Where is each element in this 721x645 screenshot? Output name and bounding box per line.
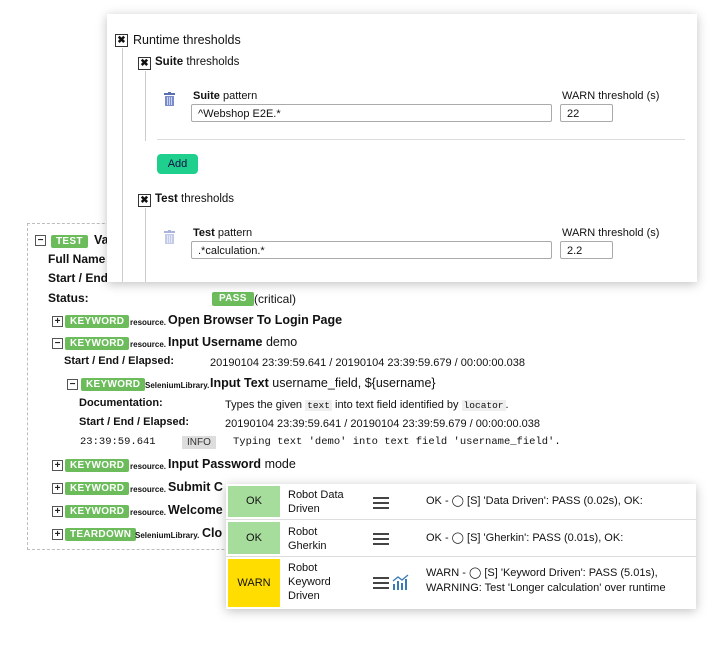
graph-icon[interactable] bbox=[392, 574, 410, 590]
checkbox-checked-icon[interactable]: ✖ bbox=[115, 34, 128, 47]
keyword-badge: KEYWORD bbox=[65, 459, 130, 472]
keyword-name[interactable]: Clo bbox=[202, 526, 222, 540]
status-row[interactable]: OK Robot Data Driven OK - ◯ [S] 'Data Dr… bbox=[226, 484, 696, 520]
keyword-lib: resource. bbox=[130, 508, 167, 517]
expand-icon[interactable]: + bbox=[52, 506, 63, 517]
test-badge: TEST bbox=[51, 235, 88, 248]
message-time: 23:39:59.641 bbox=[80, 436, 156, 448]
status-message: WARN - ◯ [S] 'Keyword Driven': PASS (5.0… bbox=[426, 567, 666, 594]
keyword-badge: KEYWORD bbox=[65, 482, 130, 495]
start-end-label: Start / End bbox=[48, 271, 109, 285]
documentation-label: Documentation: bbox=[79, 397, 163, 409]
checkbox-checked-icon[interactable]: ✖ bbox=[138, 194, 151, 207]
keyword-lib: SeleniumLibrary. bbox=[145, 381, 210, 390]
menu-icon[interactable] bbox=[373, 533, 389, 548]
full-name-label: Full Name bbox=[48, 252, 106, 266]
service-status-table: OK Robot Data Driven OK - ◯ [S] 'Data Dr… bbox=[226, 484, 696, 609]
runtime-thresholds-dialog: ✖ Runtime thresholds ✖ Suite thresholds … bbox=[107, 14, 697, 282]
keyword-lib: SeleniumLibrary. bbox=[135, 531, 200, 540]
keyword-badge: KEYWORD bbox=[81, 378, 146, 391]
documentation-text: Types the given text into text field ide… bbox=[225, 399, 509, 411]
status-label: Status: bbox=[48, 291, 89, 305]
keyword-name[interactable]: Submit C bbox=[168, 480, 223, 494]
suite-warn-input[interactable]: 22 bbox=[560, 104, 613, 122]
keyword-lib: resource. bbox=[130, 485, 167, 494]
timing-label: Start / End / Elapsed: bbox=[79, 416, 190, 428]
menu-icon[interactable] bbox=[373, 577, 389, 592]
service-name[interactable]: Robot Gherkin bbox=[288, 525, 327, 553]
timing-value: 20190104 23:39:59.641 / 20190104 23:39:5… bbox=[225, 418, 541, 430]
test-pattern-input[interactable]: .*calculation.* bbox=[191, 241, 552, 259]
keyword-name[interactable]: Input Username demo bbox=[168, 335, 297, 349]
state-cell: WARN bbox=[228, 559, 280, 607]
keyword-lib: resource. bbox=[130, 462, 167, 471]
keyword-lib: resource. bbox=[130, 340, 167, 349]
collapse-icon[interactable]: − bbox=[52, 338, 63, 349]
expand-icon[interactable]: + bbox=[52, 529, 63, 540]
suite-pattern-label: Suite pattern bbox=[193, 90, 258, 102]
test-thresholds-label: Test thresholds bbox=[155, 193, 235, 205]
trash-icon[interactable] bbox=[164, 92, 175, 106]
timing-value: 20190104 23:39:59.641 / 20190104 23:39:5… bbox=[210, 357, 526, 369]
suite-thresholds-label: Suite thresholds bbox=[155, 56, 240, 68]
status-pass-badge: PASS bbox=[212, 292, 254, 306]
status-row[interactable]: OK Robot Gherkin OK - ◯ [S] 'Gherkin': P… bbox=[226, 520, 696, 557]
expand-icon[interactable]: + bbox=[52, 483, 63, 494]
timing-label: Start / End / Elapsed: bbox=[64, 355, 175, 367]
status-note: (critical) bbox=[254, 292, 296, 306]
status-message: OK - ◯ [S] 'Data Driven': PASS (0.02s), … bbox=[426, 495, 643, 507]
checkbox-checked-icon[interactable]: ✖ bbox=[138, 57, 151, 70]
test-warn-label: WARN threshold (s) bbox=[562, 227, 660, 239]
state-cell: OK bbox=[228, 486, 280, 517]
add-button[interactable]: Add bbox=[157, 154, 198, 174]
message-text: Typing text 'demo' into text field 'user… bbox=[233, 436, 561, 448]
teardown-badge: TEARDOWN bbox=[65, 528, 137, 541]
state-cell: OK bbox=[228, 522, 280, 554]
keyword-name[interactable]: Welcome bbox=[168, 503, 223, 517]
keyword-name[interactable]: Open Browser To Login Page bbox=[168, 313, 342, 327]
keyword-lib: resource. bbox=[130, 318, 167, 327]
expand-icon[interactable]: + bbox=[52, 316, 63, 327]
status-message: OK - ◯ [S] 'Gherkin': PASS (0.01s), OK: bbox=[426, 532, 624, 544]
keyword-name[interactable]: Input Text username_field, ${username} bbox=[210, 376, 436, 390]
test-warn-input[interactable]: 2.2 bbox=[560, 241, 613, 259]
keyword-badge: KEYWORD bbox=[65, 505, 130, 518]
test-pattern-label: Test pattern bbox=[193, 227, 253, 239]
service-name[interactable]: Robot Data Driven bbox=[288, 488, 344, 516]
keyword-badge: KEYWORD bbox=[65, 337, 130, 350]
keyword-badge: KEYWORD bbox=[65, 315, 130, 328]
keyword-name[interactable]: Input Password mode bbox=[168, 457, 296, 471]
collapse-icon[interactable]: − bbox=[35, 235, 46, 246]
suite-pattern-input[interactable]: ^Webshop E2E.* bbox=[191, 104, 552, 122]
expand-icon[interactable]: + bbox=[52, 460, 63, 471]
runtime-thresholds-label: Runtime thresholds bbox=[133, 33, 241, 47]
trash-icon[interactable] bbox=[164, 230, 175, 244]
service-name[interactable]: Robot Keyword Driven bbox=[288, 561, 331, 603]
status-row[interactable]: WARN Robot Keyword Driven WARN - ◯ [S] '… bbox=[226, 557, 696, 607]
suite-warn-label: WARN threshold (s) bbox=[562, 90, 660, 102]
collapse-icon[interactable]: − bbox=[67, 379, 78, 390]
menu-icon[interactable] bbox=[373, 497, 389, 512]
info-badge: INFO bbox=[182, 436, 216, 449]
